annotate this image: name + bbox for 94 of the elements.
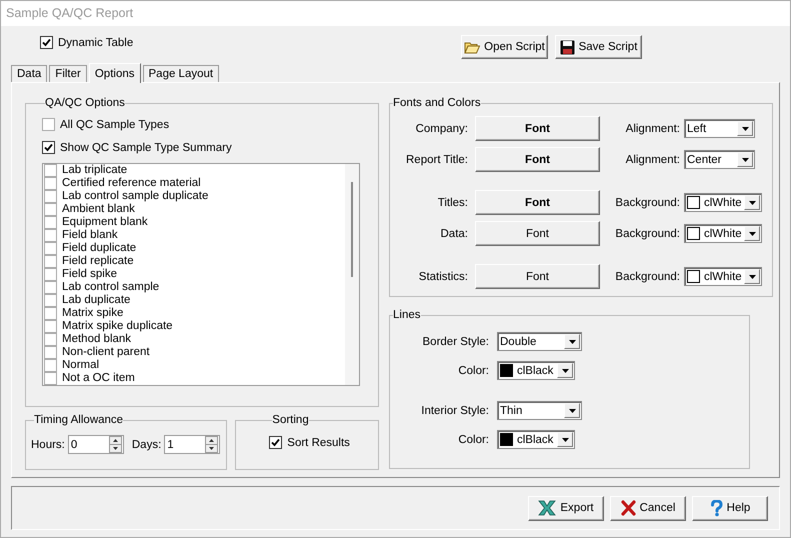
tab[interactable]: Options: [88, 63, 140, 83]
color-dropdown[interactable]: clBlack: [497, 361, 575, 380]
save-script-button[interactable]: Save Script: [555, 35, 642, 59]
open-script-button[interactable]: Open Script: [461, 35, 548, 59]
checkbox[interactable]: [44, 255, 57, 268]
checkbox-label: Dynamic Table: [58, 36, 134, 48]
list-item-label: Lab control sample duplicate: [62, 190, 208, 203]
field-label: Days:: [132, 438, 162, 450]
checkbox[interactable]: [44, 164, 57, 177]
list-item-label: Matrix spike: [62, 307, 124, 320]
list-item-label: Certified reference material: [62, 177, 201, 190]
field-label: Alignment:: [624, 154, 680, 166]
color-dropdown[interactable]: clWhite: [684, 193, 762, 212]
cancel-button[interactable]: Cancel: [610, 496, 686, 520]
list-item-label: Normal: [62, 359, 100, 372]
list-item-label: Lab duplicate: [62, 294, 130, 307]
checkbox[interactable]: [44, 190, 57, 203]
font-button[interactable]: Font: [475, 147, 600, 172]
group-title: Sorting: [272, 414, 309, 426]
font-button[interactable]: Font: [475, 190, 600, 215]
checkbox[interactable]: [44, 346, 57, 359]
field-label: Color:: [457, 364, 489, 376]
alignment-dropdown[interactable]: Left: [684, 119, 755, 138]
checkbox[interactable]: [44, 203, 57, 216]
field-label: Background:: [614, 270, 680, 282]
font-button[interactable]: Font: [475, 116, 600, 141]
checkbox[interactable]: [44, 281, 57, 294]
scrollbar[interactable]: [345, 164, 359, 385]
field-label: Alignment:: [624, 122, 680, 134]
checkbox[interactable]: [42, 141, 55, 154]
field-label: Hours:: [31, 438, 65, 450]
list-item-label: Ambient blank: [62, 203, 135, 216]
help-icon: [710, 500, 723, 516]
checkbox[interactable]: [44, 372, 57, 385]
group-title: Timing Allowance: [34, 414, 124, 426]
help-button[interactable]: Help: [692, 496, 768, 520]
export-button[interactable]: Export: [528, 496, 604, 520]
field-label: Statistics:: [418, 270, 468, 282]
font-button[interactable]: Font: [475, 264, 600, 289]
checkbox[interactable]: [269, 436, 282, 449]
checkbox-label: Sort Results: [287, 436, 350, 448]
checkbox[interactable]: [44, 177, 57, 190]
field-label: Background:: [614, 196, 680, 208]
checkbox[interactable]: [44, 242, 57, 255]
font-button[interactable]: Font: [475, 221, 600, 246]
checkbox-label: All QC Sample Types: [60, 118, 170, 130]
color-dropdown[interactable]: clWhite: [684, 267, 762, 286]
list-item-label: Equipment blank: [62, 216, 148, 229]
list-item-label: Field duplicate: [62, 242, 136, 255]
tab[interactable]: Page Layout: [142, 65, 220, 82]
group-title: Fonts and Colors: [393, 97, 481, 109]
field-label: Background:: [614, 228, 680, 240]
spin-field[interactable]: 0: [68, 435, 124, 454]
list-item-label: Lab control sample: [62, 281, 160, 294]
list-item-label: Lab triplicate: [62, 164, 128, 177]
checkbox[interactable]: [44, 229, 57, 242]
sample-type-list[interactable]: [42, 163, 360, 386]
close-icon: [620, 500, 636, 516]
list-item-label: Not a OC item: [62, 372, 135, 385]
field-label: Border Style:: [422, 336, 489, 348]
folder-icon: [464, 40, 480, 54]
field-label: Titles:: [436, 196, 468, 208]
spin-field[interactable]: 1: [164, 435, 220, 454]
field-label: Color:: [457, 434, 489, 446]
checkbox[interactable]: [44, 333, 57, 346]
list-item-label: Field blank: [62, 229, 118, 242]
line-style-dropdown[interactable]: Double: [497, 332, 582, 351]
checkbox[interactable]: [44, 216, 57, 229]
list-item-label: Matrix spike duplicate: [62, 320, 173, 333]
field-label: Company:: [414, 122, 468, 134]
list-item-label: Method blank: [62, 333, 132, 346]
list-item-label: Field replicate: [62, 255, 134, 268]
x-icon: [538, 500, 556, 516]
field-label: Report Title:: [405, 154, 468, 166]
color-dropdown[interactable]: clWhite: [684, 224, 762, 243]
checkbox[interactable]: [44, 268, 57, 281]
checkbox[interactable]: [44, 320, 57, 333]
checkbox-label: Show QC Sample Type Summary: [60, 142, 232, 154]
tab[interactable]: Filter: [49, 65, 87, 82]
list-item-label: Non-client parent: [62, 346, 150, 359]
checkbox[interactable]: [40, 36, 53, 49]
color-dropdown[interactable]: clBlack: [497, 430, 575, 449]
field-label: Interior Style:: [420, 404, 489, 416]
line-style-dropdown[interactable]: Thin: [497, 401, 582, 420]
checkbox[interactable]: [44, 294, 57, 307]
checkbox[interactable]: [44, 359, 57, 372]
field-label: Data:: [440, 228, 468, 240]
alignment-dropdown[interactable]: Center: [684, 150, 755, 169]
tab[interactable]: Data: [11, 65, 48, 82]
list-item-label: Field spike: [62, 268, 117, 281]
checkbox[interactable]: [44, 307, 57, 320]
group-title: QA/QC Options: [45, 97, 125, 109]
group-title: Lines: [393, 309, 420, 321]
checkbox[interactable]: [42, 118, 55, 131]
